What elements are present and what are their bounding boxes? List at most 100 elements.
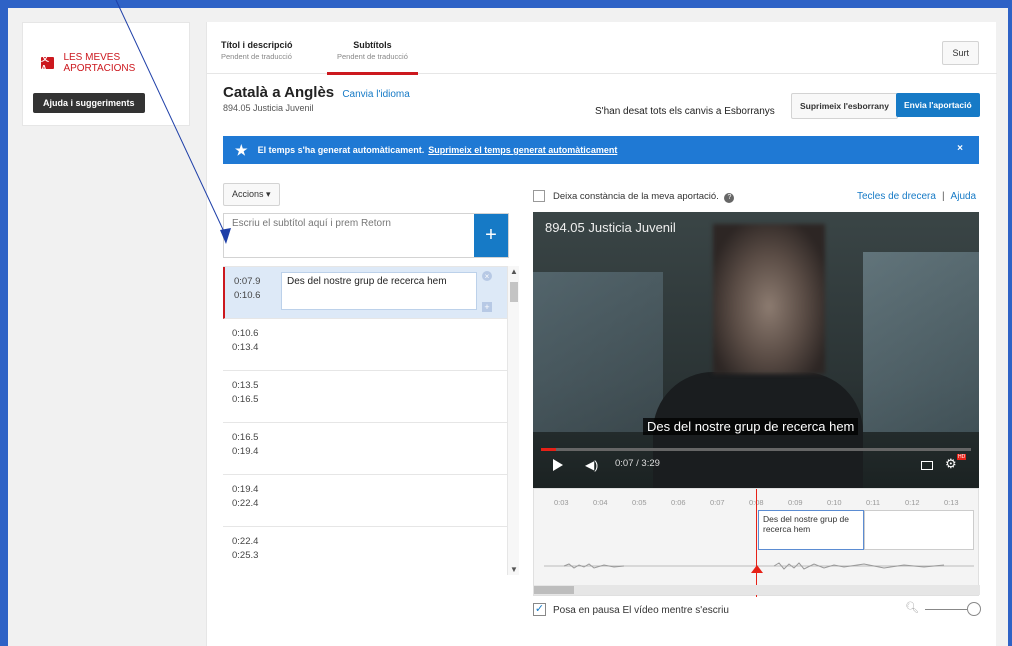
- saved-status: S'han desat tots els canvis a Esborranys: [595, 106, 775, 117]
- row-end-time: 0:10.6: [234, 290, 261, 301]
- actions-label: Accions: [232, 189, 264, 199]
- caret-down-icon: ▾: [266, 189, 271, 199]
- video-progress-fill: [541, 448, 557, 451]
- playhead-handle[interactable]: [751, 565, 763, 573]
- pause-while-typing-label: Posa en pausa El vídeo mentre s'escriu: [553, 605, 729, 616]
- row-times: 0:22.4 0:25.3: [232, 535, 258, 563]
- star-icon: ★: [235, 141, 248, 158]
- timeline-tick-label: 0:13: [944, 498, 959, 507]
- subtitle-row[interactable]: 0:13.5 0:16.5: [223, 371, 507, 423]
- timeline-tick-label: 0:09: [788, 498, 803, 507]
- language-pair-title: Català a Anglès Canvia l'idioma: [223, 84, 410, 101]
- row-end-time: 0:13.4: [232, 342, 259, 353]
- timeline-tick-label: 0:05: [632, 498, 647, 507]
- timeline-tick-label: 0:03: [554, 498, 569, 507]
- video-background-panel: [863, 252, 979, 432]
- video-background-panel: [533, 272, 663, 432]
- row-start-time: 0:07.9: [234, 276, 261, 287]
- tab-title-description-label: Títol i descripció: [221, 40, 293, 50]
- main-panel: Títol i descripció Pendent de traducció …: [206, 22, 997, 646]
- credit-label-text: Deixa constància de la meva aportació.: [553, 191, 719, 202]
- language-header: Català a Anglès Canvia l'idioma 894.05 J…: [223, 84, 410, 113]
- submit-contribution-button[interactable]: Envia l'aportació: [896, 93, 980, 117]
- add-subtitle-button[interactable]: +: [474, 214, 508, 257]
- row-times: 0:07.9 0:10.6: [234, 275, 260, 303]
- timeline-cue[interactable]: Des del nostre grup de recerca hem: [758, 510, 864, 550]
- help-suggestions-button[interactable]: Ajuda i suggeriments: [33, 93, 145, 113]
- language-pair: Català a Anglès: [223, 84, 335, 101]
- row-end-time: 0:16.5: [232, 394, 259, 405]
- row-times: 0:10.6 0:13.4: [232, 327, 258, 355]
- sidebar: 文A LES MEVES APORTACIONS Ajuda i suggeri…: [22, 22, 190, 126]
- scroll-thumb[interactable]: [510, 282, 518, 302]
- video-player[interactable]: 894.05 Justicia Juvenil Des del nostre g…: [533, 212, 979, 488]
- row-start-time: 0:19.4: [232, 484, 259, 495]
- subtitle-text-field[interactable]: Des del nostre grup de recerca hem: [281, 272, 477, 310]
- subtitle-row[interactable]: 0:16.5 0:19.4: [223, 423, 507, 475]
- row-start-time: 0:22.4: [232, 536, 259, 547]
- my-contributions-label: LES MEVES APORTACIONS: [63, 52, 136, 74]
- subtitle-timeline[interactable]: 0:030:040:050:060:070:080:090:100:110:12…: [533, 488, 980, 597]
- hd-badge: HD: [957, 454, 967, 460]
- subtitle-list-scrollbar[interactable]: ▲ ▼: [507, 266, 519, 575]
- delete-draft-button[interactable]: Suprimeix l'esborrany: [791, 93, 898, 119]
- change-language-link[interactable]: Canvia l'idioma: [342, 89, 410, 100]
- subtitle-row[interactable]: 0:19.4 0:22.4: [223, 475, 507, 527]
- tab-title-description[interactable]: Títol i descripció Pendent de traducció: [221, 40, 293, 61]
- my-contributions-link[interactable]: 文A LES MEVES APORTACIONS: [41, 52, 189, 74]
- tab-title-description-status: Pendent de traducció: [221, 52, 292, 61]
- keyboard-shortcuts-link[interactable]: Tecles de drecera: [857, 191, 936, 202]
- video-progress-bar[interactable]: [541, 448, 971, 451]
- timeline-scrollbar[interactable]: [534, 585, 980, 595]
- row-end-time: 0:19.4: [232, 446, 259, 457]
- tab-subtitles-label: Subtítols: [353, 40, 392, 50]
- add-row-icon[interactable]: +: [482, 302, 492, 312]
- video-title: 894.05 Justicia Juvenil: [223, 103, 314, 113]
- credit-checkbox[interactable]: [533, 190, 545, 202]
- timeline-ruler: 0:030:040:050:060:070:080:090:100:110:12…: [534, 489, 980, 511]
- row-start-time: 0:13.5: [232, 380, 259, 391]
- play-icon[interactable]: [553, 459, 563, 471]
- banner-message: El temps s'ha generat automàticament.: [257, 145, 425, 155]
- subtitle-list: 0:07.9 0:10.6 Des del nostre grup de rec…: [223, 266, 507, 575]
- help-link[interactable]: Ajuda: [951, 191, 977, 202]
- subtitle-row[interactable]: 0:10.6 0:13.4: [223, 319, 507, 371]
- remove-auto-timing-link[interactable]: Suprimeix el temps generat automàticamen…: [428, 145, 617, 155]
- captions-icon[interactable]: [921, 461, 933, 470]
- row-end-time: 0:25.3: [232, 550, 259, 561]
- subtitle-row[interactable]: 0:07.9 0:10.6 Des del nostre grup de rec…: [223, 267, 507, 319]
- zoom-slider-track[interactable]: [925, 609, 967, 610]
- close-icon[interactable]: ×: [957, 143, 963, 154]
- tab-subtitles[interactable]: Subtítols Pendent de traducció: [327, 40, 418, 75]
- question-icon[interactable]: ?: [724, 193, 735, 203]
- auto-timing-banner: ★ El temps s'ha generat automàticament. …: [223, 136, 979, 164]
- chevron-up-icon[interactable]: ▲: [510, 267, 518, 276]
- chevron-down-icon[interactable]: ▼: [510, 565, 518, 574]
- plus-icon: +: [485, 224, 497, 246]
- row-times: 0:13.5 0:16.5: [232, 379, 258, 407]
- zoom-slider-handle[interactable]: [967, 602, 981, 616]
- actions-dropdown[interactable]: Accions ▾: [223, 183, 280, 206]
- row-times: 0:19.4 0:22.4: [232, 483, 258, 511]
- tab-bar: Títol i descripció Pendent de traducció …: [207, 22, 997, 75]
- timeline-cue-empty[interactable]: [864, 510, 974, 550]
- subtitle-row[interactable]: 0:22.4 0:25.3: [223, 527, 507, 575]
- blurred-face: [713, 224, 825, 374]
- delete-row-icon[interactable]: ×: [482, 271, 492, 281]
- row-start-time: 0:16.5: [232, 432, 259, 443]
- timeline-scroll-thumb[interactable]: [534, 586, 574, 594]
- pause-while-typing-checkbox[interactable]: ✓: [533, 603, 546, 616]
- timeline-tick-label: 0:04: [593, 498, 608, 507]
- row-end-time: 0:22.4: [232, 498, 259, 509]
- shortcut-links: Tecles de drecera | Ajuda: [857, 191, 976, 202]
- timeline-tick-label: 0:12: [905, 498, 920, 507]
- gear-icon[interactable]: ⚙: [945, 456, 957, 472]
- row-times: 0:16.5 0:19.4: [232, 431, 258, 459]
- exit-button[interactable]: Surt: [942, 41, 979, 65]
- translate-icon: 文A: [41, 54, 55, 73]
- subtitle-input-area: +: [223, 213, 509, 258]
- subtitle-input[interactable]: [224, 214, 475, 257]
- volume-icon[interactable]: ◀): [585, 458, 598, 472]
- link-separator: |: [941, 191, 945, 202]
- zoom-icon: 🔍︎: [905, 602, 919, 614]
